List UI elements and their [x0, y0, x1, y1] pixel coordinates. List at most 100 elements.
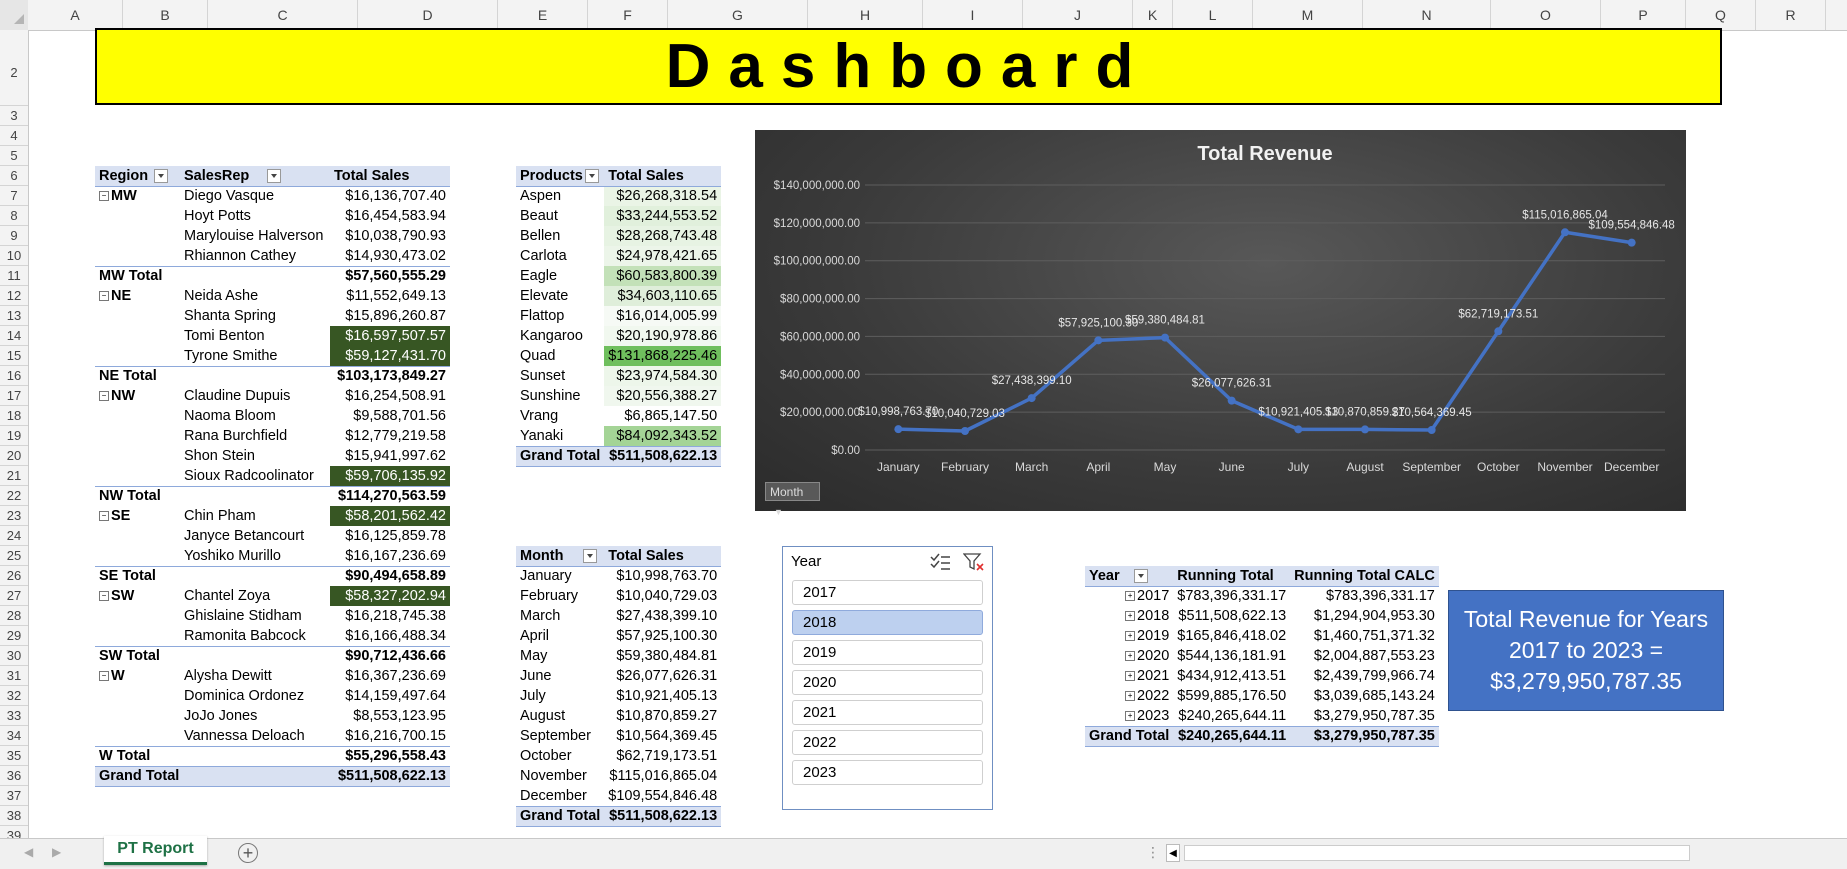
slicer-item-2022[interactable]: 2022	[792, 730, 983, 755]
column-header-d[interactable]: D	[358, 0, 498, 30]
row-header-17[interactable]: 17	[0, 386, 28, 406]
data-point[interactable]	[1627, 238, 1636, 247]
column-header-e[interactable]: E	[498, 0, 588, 30]
row-header-37[interactable]: 37	[0, 786, 28, 806]
column-header-h[interactable]: H	[808, 0, 923, 30]
data-point[interactable]	[894, 425, 903, 434]
expand-icon[interactable]: +	[1125, 691, 1136, 702]
month-field-button[interactable]: Month ▼	[765, 482, 820, 517]
column-header-o[interactable]: O	[1491, 0, 1601, 30]
expand-icon[interactable]: +	[1125, 611, 1136, 622]
row-header-35[interactable]: 35	[0, 746, 28, 766]
slicer-item-2023[interactable]: 2023	[792, 760, 983, 785]
month-header[interactable]: Month	[516, 546, 605, 567]
column-header-s[interactable]: S	[1826, 0, 1847, 30]
sheet-tab-pt-report[interactable]: PT Report	[104, 836, 207, 865]
column-header-c[interactable]: C	[208, 0, 358, 30]
row-header-28[interactable]: 28	[0, 606, 28, 626]
data-point[interactable]	[1161, 333, 1169, 342]
clear-filter-icon[interactable]	[963, 552, 985, 572]
series-line[interactable]	[898, 230, 1632, 433]
column-header-k[interactable]: K	[1133, 0, 1173, 30]
collapse-icon[interactable]: −	[99, 511, 109, 522]
year-filter-dropdown-icon[interactable]	[1133, 568, 1148, 583]
row-header-19[interactable]: 19	[0, 426, 28, 446]
expand-icon[interactable]: +	[1125, 631, 1136, 642]
row-header-36[interactable]: 36	[0, 766, 28, 786]
row-header-11[interactable]: 11	[0, 266, 28, 286]
year-header[interactable]: Year	[1085, 566, 1174, 587]
row-header-16[interactable]: 16	[0, 366, 28, 386]
row-header-14[interactable]: 14	[0, 326, 28, 346]
row-header-31[interactable]: 31	[0, 666, 28, 686]
slicer-item-2021[interactable]: 2021	[792, 700, 983, 725]
data-point[interactable]	[1227, 396, 1236, 405]
row-header-34[interactable]: 34	[0, 726, 28, 746]
year-slicer[interactable]: Year 2017 2018 2019 2020 2021 2022 2023	[782, 546, 993, 810]
region-cell[interactable]: − NE	[95, 286, 180, 306]
year-cell[interactable]: +2019	[1085, 626, 1173, 646]
slicer-item-2018[interactable]: 2018	[792, 610, 983, 635]
row-header-25[interactable]: 25	[0, 546, 28, 566]
row-header-26[interactable]: 26	[0, 566, 28, 586]
row-header-5[interactable]: 5	[0, 146, 28, 166]
region-filter-dropdown-icon[interactable]	[154, 168, 169, 183]
column-header-b[interactable]: B	[123, 0, 208, 30]
column-header-j[interactable]: J	[1023, 0, 1133, 30]
add-sheet-icon[interactable]: +	[238, 843, 258, 863]
row-header-30[interactable]: 30	[0, 646, 28, 666]
total-revenue-chart[interactable]: Total Revenue $0.00 $20,000,000.00 $40,000,…	[755, 130, 1686, 517]
row-header-13[interactable]: 13	[0, 306, 28, 326]
column-header-m[interactable]: M	[1253, 0, 1363, 30]
products-header[interactable]: Products	[516, 166, 605, 187]
row-header-4[interactable]: 4	[0, 126, 28, 146]
row-header-23[interactable]: 23	[0, 506, 28, 526]
row-header-10[interactable]: 10	[0, 246, 28, 266]
salesrep-filter-dropdown-icon[interactable]	[267, 168, 282, 183]
expand-icon[interactable]: +	[1125, 651, 1136, 662]
data-point[interactable]	[1094, 336, 1103, 345]
row-header-32[interactable]: 32	[0, 686, 28, 706]
row-header-29[interactable]: 29	[0, 626, 28, 646]
row-header-33[interactable]: 33	[0, 706, 28, 726]
multi-select-icon[interactable]	[929, 552, 951, 572]
column-header-r[interactable]: R	[1756, 0, 1826, 30]
horizontal-scrollbar[interactable]	[1184, 845, 1690, 861]
region-cell[interactable]: − W	[95, 666, 180, 686]
data-point[interactable]	[1427, 426, 1436, 435]
row-header-3[interactable]: 3	[0, 106, 28, 126]
row-header-9[interactable]: 9	[0, 226, 28, 246]
region-header[interactable]: Region	[95, 166, 180, 187]
column-header-p[interactable]: P	[1601, 0, 1686, 30]
products-filter-dropdown-icon[interactable]	[584, 168, 599, 183]
data-point[interactable]	[1027, 394, 1036, 403]
column-header-n[interactable]: N	[1363, 0, 1491, 30]
slicer-item-2020[interactable]: 2020	[792, 670, 983, 695]
column-header-g[interactable]: G	[668, 0, 808, 30]
row-header-38[interactable]: 38	[0, 806, 28, 826]
month-filter-dropdown-icon[interactable]	[583, 548, 598, 563]
year-cell[interactable]: +2018	[1085, 606, 1173, 626]
row-header-24[interactable]: 24	[0, 526, 28, 546]
row-header-2[interactable]: 2	[0, 30, 28, 106]
scroll-left-icon[interactable]: ◀	[1166, 844, 1180, 862]
region-cell[interactable]: − SW	[95, 586, 180, 606]
row-header-12[interactable]: 12	[0, 286, 28, 306]
year-cell[interactable]: +2017	[1085, 586, 1173, 606]
collapse-icon[interactable]: −	[99, 191, 109, 202]
row-header-6[interactable]: 6	[0, 166, 28, 186]
column-header-i[interactable]: I	[923, 0, 1023, 30]
total-revenue-kpi-box[interactable]: Total Revenue for Years 2017 to 2023 = $…	[1448, 590, 1724, 711]
slicer-item-2019[interactable]: 2019	[792, 640, 983, 665]
salesrep-header[interactable]: SalesRep	[180, 166, 330, 187]
year-cell[interactable]: +2020	[1085, 646, 1173, 666]
expand-icon[interactable]: +	[1125, 591, 1136, 602]
data-point[interactable]	[1361, 425, 1369, 434]
data-point[interactable]	[1561, 228, 1569, 237]
row-header-22[interactable]: 22	[0, 486, 28, 506]
scroll-tabs-right-icon[interactable]: ▶	[52, 845, 61, 859]
column-header-f[interactable]: F	[588, 0, 668, 30]
row-header-21[interactable]: 21	[0, 466, 28, 486]
collapse-icon[interactable]: −	[99, 391, 109, 402]
year-cell[interactable]: +2021	[1085, 666, 1173, 686]
